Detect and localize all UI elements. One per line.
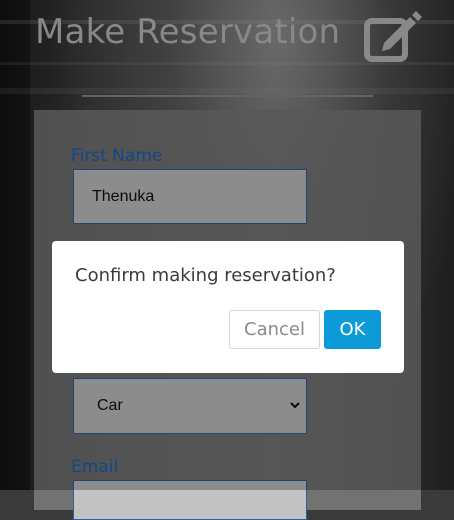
dialog-message: Confirm making reservation? bbox=[75, 265, 336, 286]
ok-button[interactable]: OK bbox=[324, 310, 381, 349]
confirm-dialog: Confirm making reservation? Cancel OK bbox=[52, 241, 404, 373]
cancel-button[interactable]: Cancel bbox=[229, 310, 320, 349]
